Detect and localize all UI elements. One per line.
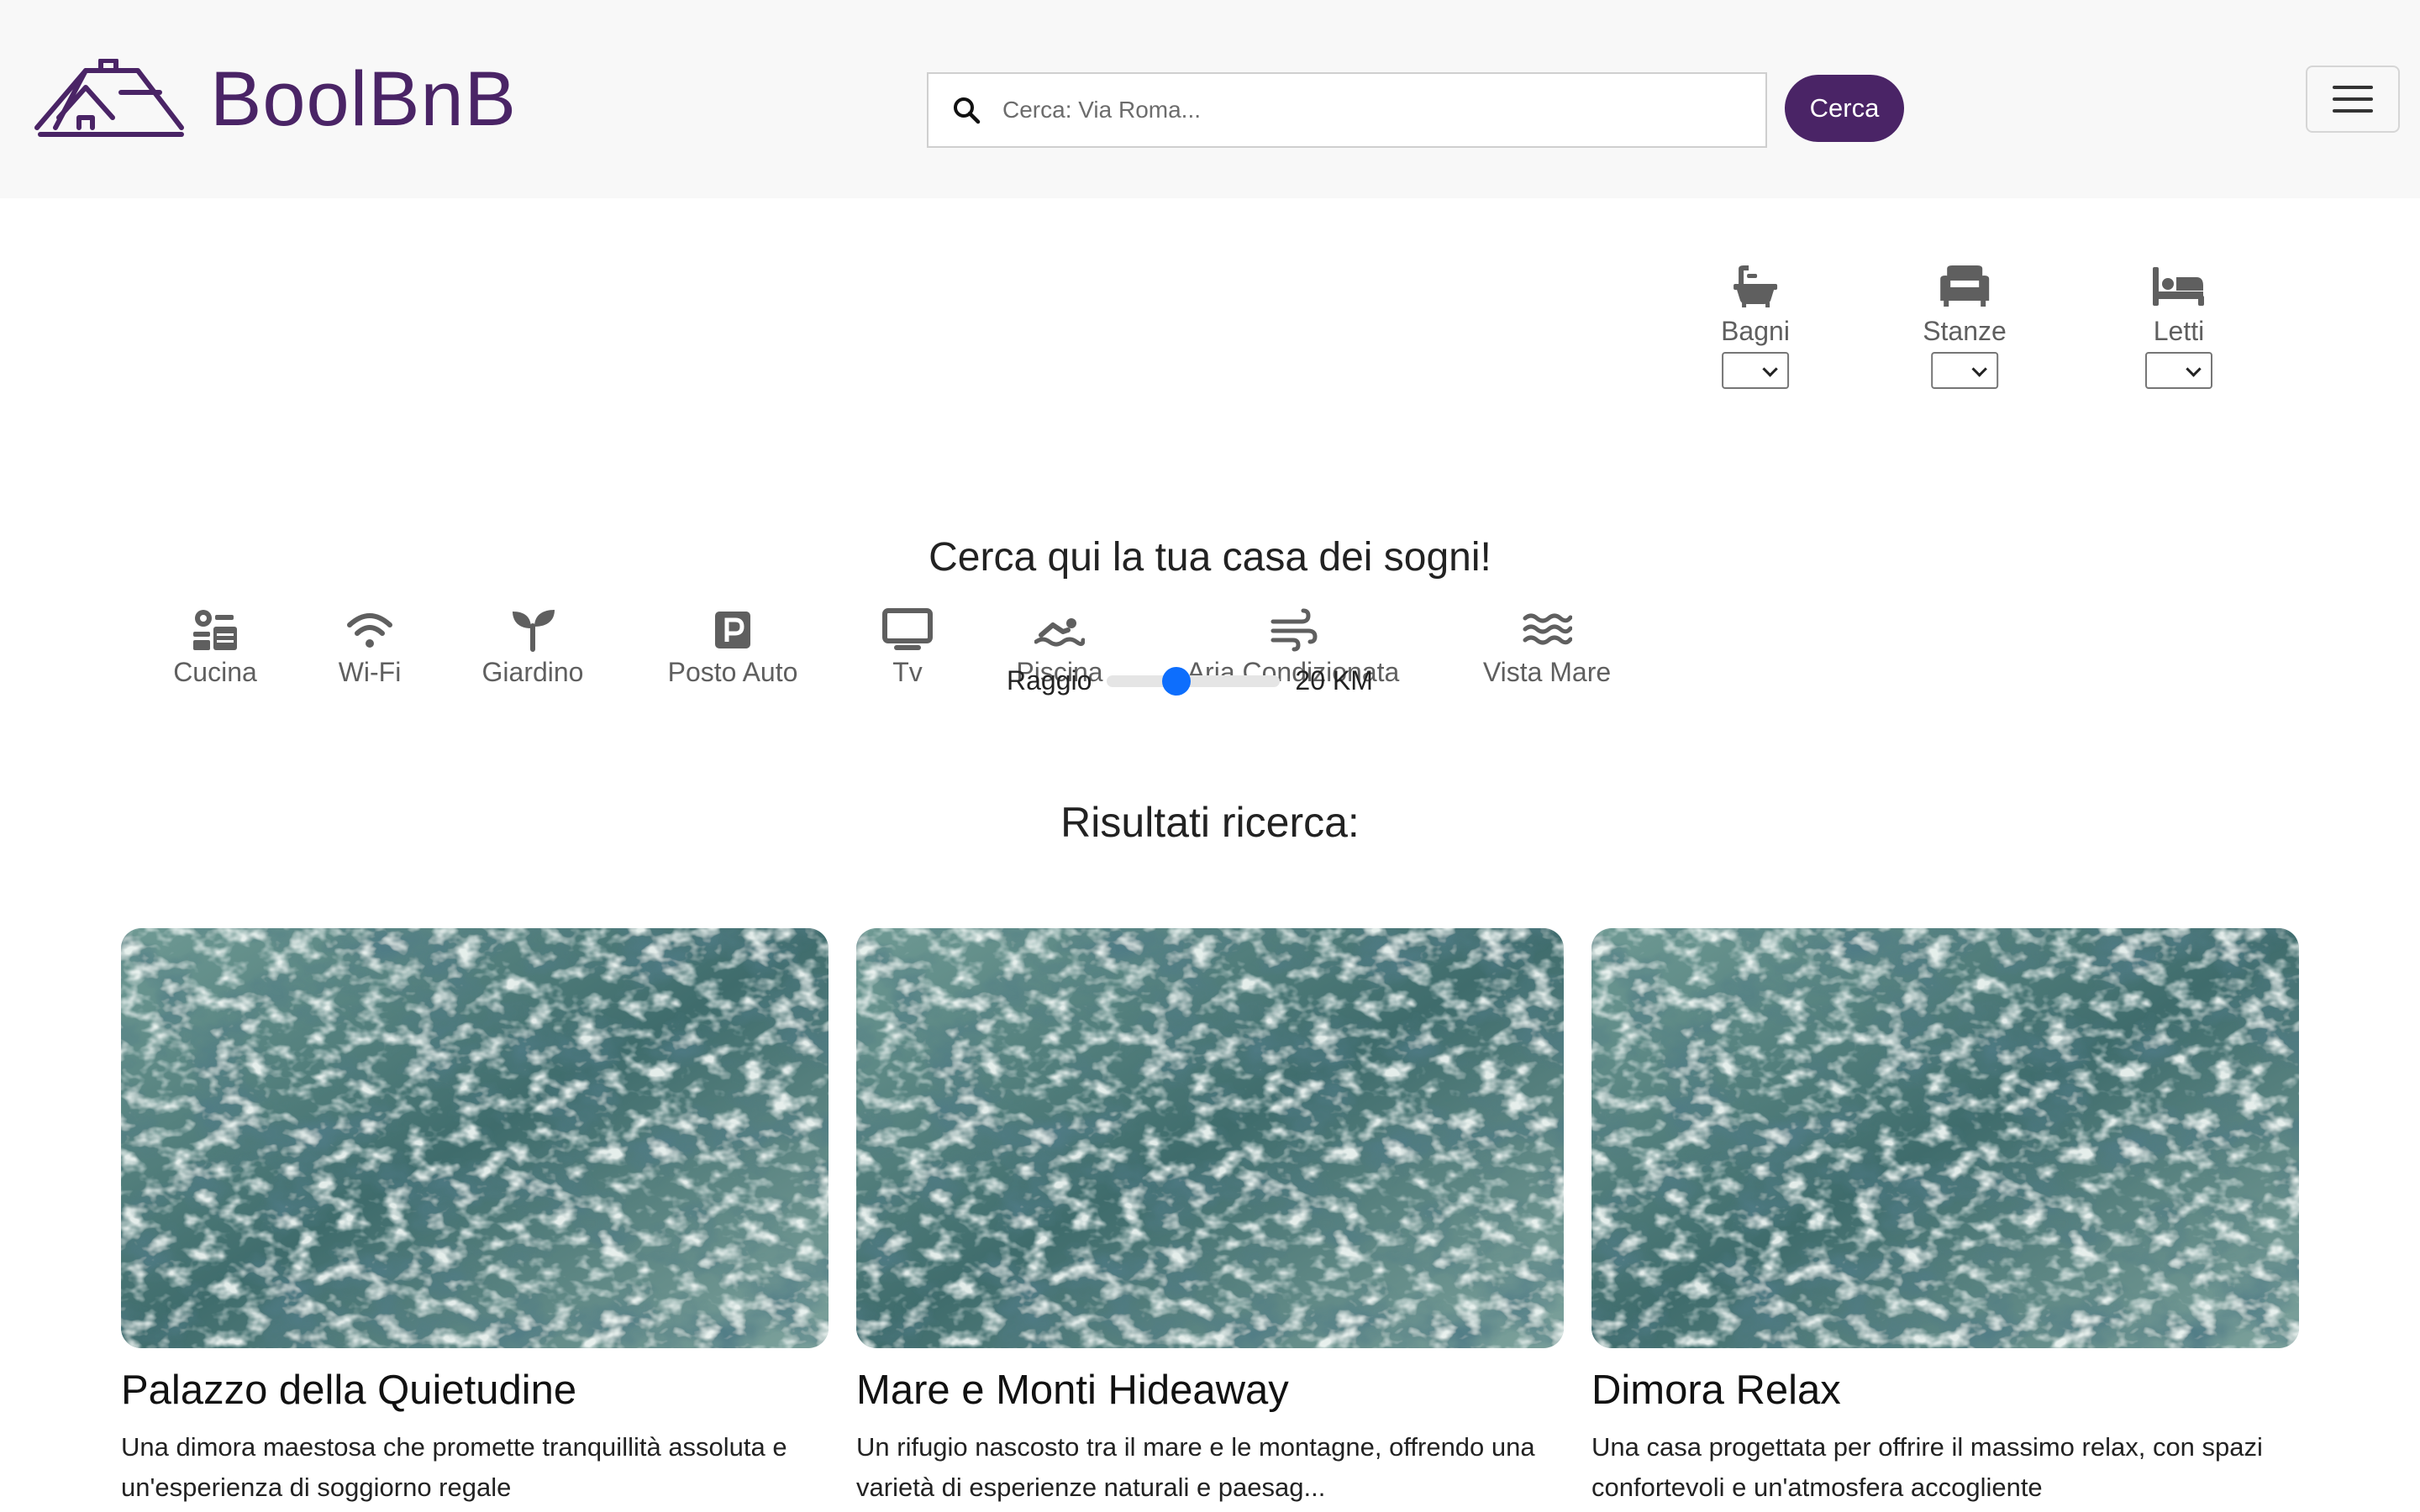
menu-icon-bar — [2333, 109, 2373, 113]
card-title[interactable]: Dimora Relax — [1591, 1365, 2299, 1415]
menu-icon-bar — [2333, 86, 2373, 89]
tv-icon — [882, 608, 933, 650]
stanze-select[interactable] — [1931, 352, 1998, 389]
filter-label: Bagni — [1721, 316, 1790, 346]
menu-icon-bar — [2333, 97, 2373, 101]
seedling-icon — [513, 610, 555, 652]
house-roof-icon — [34, 59, 184, 137]
bed-icon — [2153, 267, 2204, 306]
filter-label: Vista Mare — [1482, 657, 1612, 687]
card-description-line: Una casa progettata per offrire il massi… — [1591, 1432, 2263, 1462]
filter-bagni: Bagni — [1721, 265, 1790, 389]
result-card[interactable]: Mare e Monti Hideaway Un rifugio nascost… — [856, 928, 1564, 1508]
card-image[interactable] — [856, 928, 1564, 1348]
filter-label: Cucina — [173, 657, 257, 687]
filter-letti: Letti — [2145, 265, 2212, 389]
search-button[interactable]: Cerca — [1785, 75, 1904, 142]
card-description-line: Un rifugio nascosto tra il mare e le mon… — [856, 1432, 1535, 1462]
search-box[interactable] — [927, 72, 1767, 148]
wifi-icon — [347, 613, 392, 648]
water-icon — [1523, 613, 1572, 645]
filter-stanze: Stanze — [1923, 265, 2007, 389]
results-title: Risultati ricerca: — [1060, 799, 1360, 846]
card-image[interactable] — [1591, 928, 2299, 1348]
wind-icon — [1270, 608, 1318, 652]
swimmer-icon — [1034, 618, 1085, 647]
card-title[interactable]: Mare e Monti Hideaway — [856, 1365, 1564, 1415]
card-description-line: confortevoli e un'atmosfera accogliente — [1591, 1473, 2043, 1502]
result-card[interactable]: Dimora Relax Una casa progettata per off… — [1591, 928, 2299, 1508]
letti-select[interactable] — [2145, 352, 2212, 389]
filter-label: Stanze — [1923, 316, 2007, 346]
radius-slider-thumb[interactable] — [1161, 666, 1191, 696]
card-description: Una casa progettata per offrire il massi… — [1591, 1427, 2299, 1508]
radius-label: Raggio — [1007, 665, 1092, 696]
card-image[interactable] — [121, 928, 829, 1348]
search-input[interactable] — [1002, 74, 1765, 146]
filter-label: Posto Auto — [667, 657, 798, 687]
card-description-line: varietà di esperienze naturali e paesag.… — [856, 1473, 1326, 1502]
hamburger-menu-button[interactable] — [2306, 66, 2400, 133]
radius-value: 20 KM — [1295, 665, 1373, 696]
filter-label: Wi-Fi — [338, 657, 402, 687]
header: BoolBnB Cerca — [0, 0, 2420, 198]
bath-icon — [1733, 265, 1777, 307]
card-title[interactable]: Palazzo della Quietudine — [121, 1365, 829, 1415]
radius-control: Raggio 20 KM — [1007, 665, 1373, 696]
logo-text: BoolBnB — [210, 56, 518, 142]
couch-icon — [1940, 265, 1989, 307]
kitchen-icon — [193, 610, 237, 650]
filter-label: Letti — [2153, 316, 2205, 346]
filter-label: Tv — [892, 657, 923, 687]
filter-label: Giardino — [481, 657, 584, 687]
logo[interactable]: BoolBnB — [34, 59, 517, 139]
bagni-select[interactable] — [1722, 352, 1789, 389]
card-description: Una dimora maestosa che promette tranqui… — [121, 1427, 829, 1508]
card-description-line: un'esperienza di soggiorno regale — [121, 1473, 512, 1502]
search-icon — [954, 97, 981, 124]
card-description-line: Una dimora maestosa che promette tranqui… — [121, 1432, 787, 1462]
page-title: Cerca qui la tua casa dei sogni! — [929, 535, 1491, 580]
parking-icon — [715, 612, 750, 648]
result-card[interactable]: Palazzo della Quietudine Una dimora maes… — [121, 928, 829, 1508]
card-description: Un rifugio nascosto tra il mare e le mon… — [856, 1427, 1564, 1508]
radius-slider[interactable] — [1107, 666, 1281, 696]
